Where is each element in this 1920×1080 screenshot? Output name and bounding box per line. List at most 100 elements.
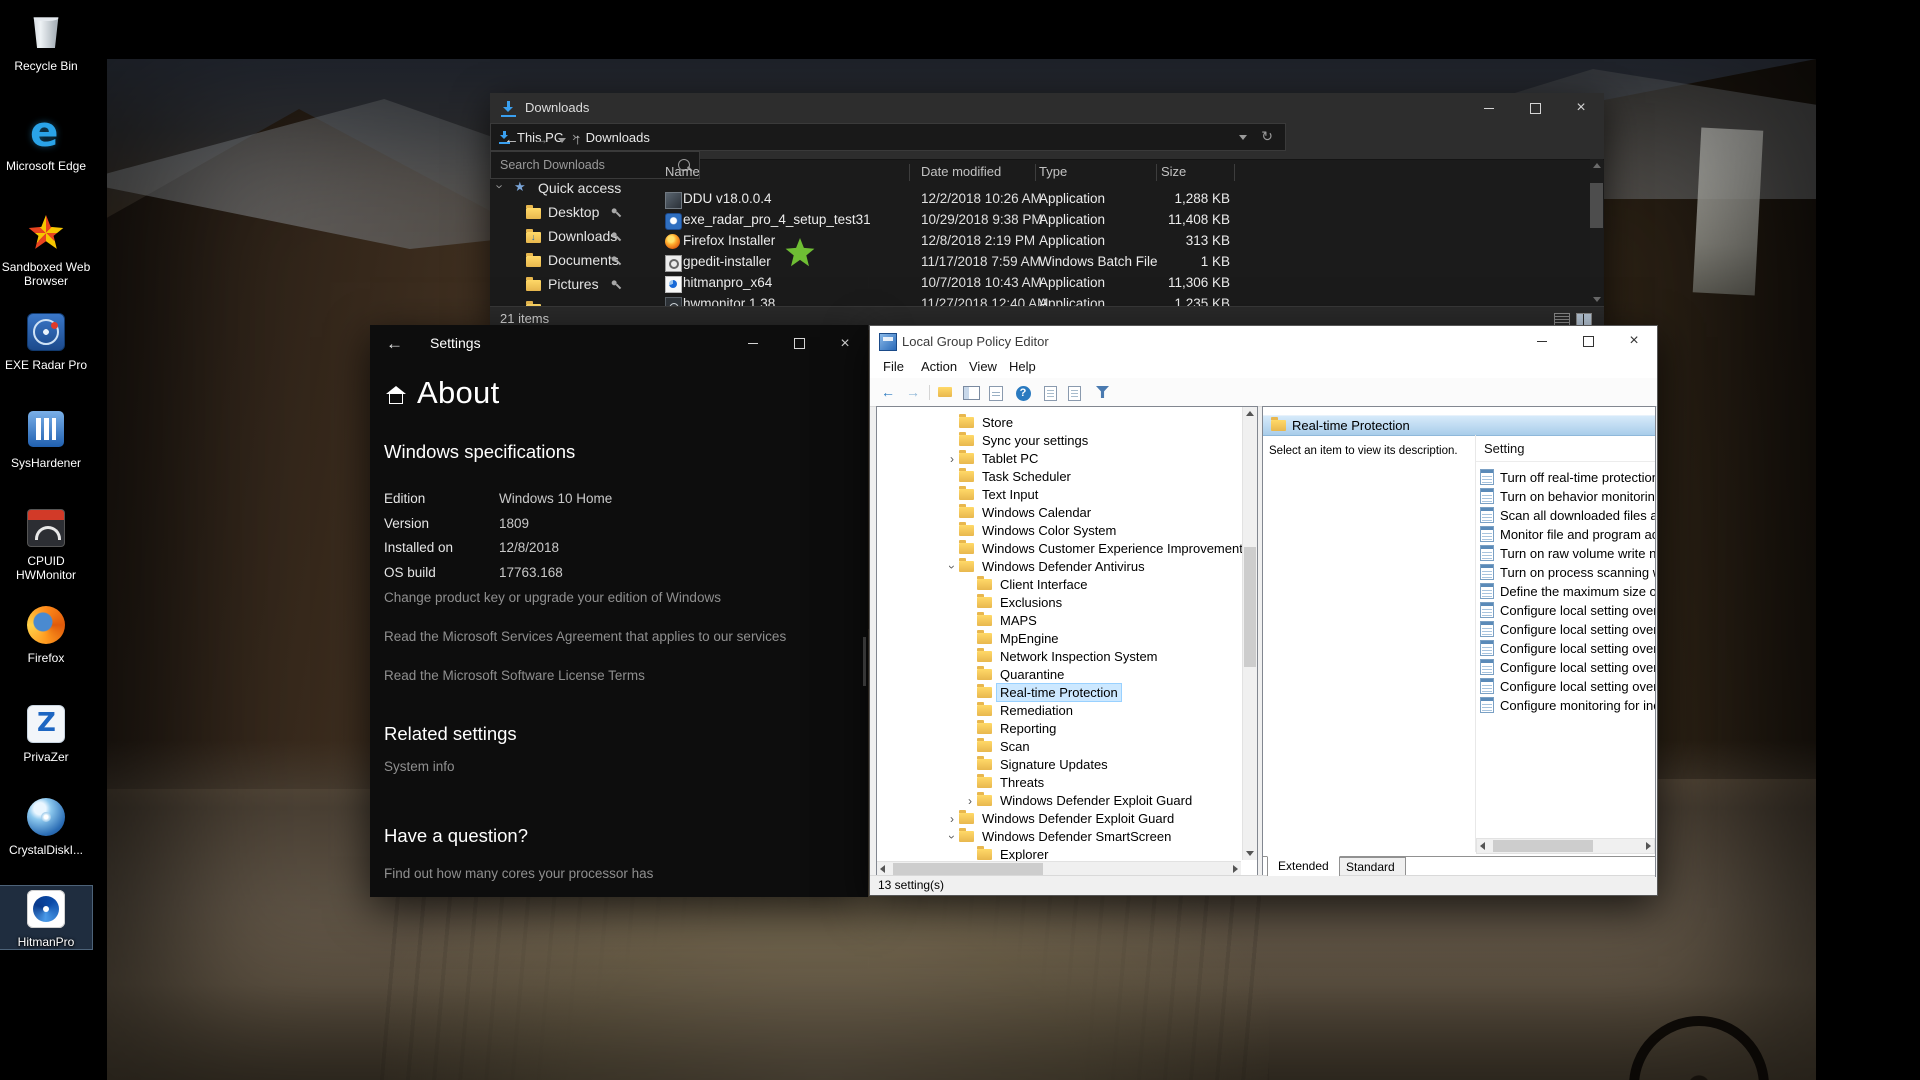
column-header-type[interactable]: Type xyxy=(1039,164,1067,179)
column-divider[interactable] xyxy=(1234,164,1235,181)
show-console-tree-icon[interactable] xyxy=(963,386,980,400)
tree-item-store[interactable]: Store xyxy=(877,415,1258,433)
tree-item-remediation[interactable]: Remediation xyxy=(877,703,1258,721)
setting-item[interactable]: Scan all downloaded files and xyxy=(1478,507,1655,526)
column-header-name[interactable]: Name xyxy=(665,164,700,179)
tree-item-exclusions[interactable]: Exclusions xyxy=(877,595,1258,613)
tree-item-text-input[interactable]: Text Input xyxy=(877,487,1258,505)
menu-action[interactable]: Action xyxy=(921,359,957,374)
sidebar-item-pictures[interactable]: Pictures xyxy=(490,273,660,297)
policy-doc-icon[interactable] xyxy=(1068,386,1081,401)
tree-item-maps[interactable]: MAPS xyxy=(877,613,1258,631)
column-header-setting[interactable]: Setting xyxy=(1484,441,1524,456)
tree-item-real-time-protection[interactable]: Real-time Protection xyxy=(877,685,1258,703)
setting-item[interactable]: Monitor file and program activ xyxy=(1478,526,1655,545)
tree-item-windows-calendar[interactable]: Windows Calendar xyxy=(877,505,1258,523)
sidebar-item-documents[interactable]: Documents xyxy=(490,249,660,273)
refresh-icon[interactable] xyxy=(1247,128,1285,146)
tree-item-tablet-pc[interactable]: Tablet PC xyxy=(877,451,1258,469)
desktop-icon-crystaldiskinfo[interactable]: CrystalDiskI... xyxy=(0,794,92,857)
up-icon[interactable] xyxy=(574,131,582,149)
desktop-icon-recycle-bin[interactable]: Recycle Bin xyxy=(0,8,92,73)
scrollbar-thumb[interactable] xyxy=(1493,840,1593,852)
chevron-collapsed-icon[interactable] xyxy=(945,452,959,466)
recent-locations-icon[interactable] xyxy=(558,138,566,143)
desktop-icon-microsoft-edge[interactable]: Microsoft Edge xyxy=(0,112,92,173)
settings-title-bar[interactable]: Settings xyxy=(370,325,868,362)
link-license-terms[interactable]: Read the Microsoft Software License Term… xyxy=(384,668,645,683)
tree-item-task-scheduler[interactable]: Task Scheduler xyxy=(877,469,1258,487)
tab-extended[interactable]: Extended xyxy=(1267,856,1340,877)
tab-standard[interactable]: Standard xyxy=(1335,857,1406,877)
close-button[interactable] xyxy=(822,325,868,362)
maximize-button[interactable] xyxy=(1512,93,1558,123)
desktop-icon-cpuid-hwmonitor[interactable]: CPUID HWMonitor xyxy=(0,504,92,582)
desktop-icon-firefox[interactable]: Firefox xyxy=(0,602,92,665)
tree-item-reporting[interactable]: Reporting xyxy=(877,721,1258,739)
scroll-up-icon[interactable] xyxy=(1593,163,1601,168)
close-button[interactable] xyxy=(1611,326,1657,356)
desktop-icon-hitmanpro[interactable]: HitmanPro xyxy=(0,886,92,949)
back-icon[interactable] xyxy=(879,383,897,401)
desktop-icon-syshardener[interactable]: SysHardener xyxy=(0,406,92,470)
file-row-ddu[interactable]: DDU v18.0.0.4 12/2/2018 10:26 AM Applica… xyxy=(662,189,1588,210)
scroll-right-icon[interactable] xyxy=(1233,865,1238,873)
file-row-exe-radar[interactable]: exe_radar_pro_4_setup_test31 10/29/2018 … xyxy=(662,210,1588,231)
tree-item-wd-exploit-guard[interactable]: Windows Defender Exploit Guard xyxy=(877,811,1258,829)
chevron-collapsed-icon[interactable] xyxy=(963,794,977,808)
vertical-scrollbar[interactable] xyxy=(1590,159,1603,306)
address-dropdown-icon[interactable] xyxy=(1239,135,1247,140)
maximize-button[interactable] xyxy=(1565,326,1611,356)
sidebar-item-partial[interactable] xyxy=(490,297,660,306)
address-bar[interactable]: This PC Downloads xyxy=(490,123,1286,151)
sidebar-item-desktop[interactable]: Desktop xyxy=(490,201,660,225)
desktop-icon-exe-radar-pro[interactable]: EXE Radar Pro xyxy=(0,308,92,372)
setting-item[interactable]: Turn on raw volume write noti xyxy=(1478,545,1655,564)
file-row-hitmanpro[interactable]: hitmanpro_x64 10/7/2018 10:43 AM Applica… xyxy=(662,273,1588,294)
close-button[interactable] xyxy=(1558,93,1604,123)
back-icon[interactable] xyxy=(386,334,403,354)
column-header-date[interactable]: Date modified xyxy=(921,164,1001,179)
setting-item[interactable]: Configure local setting overrid xyxy=(1478,602,1655,621)
desktop-icon-sandboxed-web-browser[interactable]: Sandboxed Web Browser xyxy=(0,210,92,288)
column-divider[interactable] xyxy=(1035,164,1036,181)
scroll-down-icon[interactable] xyxy=(1246,851,1254,856)
setting-item[interactable]: Turn on process scanning whe xyxy=(1478,564,1655,583)
export-list-icon[interactable] xyxy=(989,386,1003,401)
column-header-size[interactable]: Size xyxy=(1161,164,1186,179)
tree-item-sync-your-settings[interactable]: Sync your settings xyxy=(877,433,1258,451)
tree-item-windows-defender-antivirus[interactable]: Windows Defender Antivirus xyxy=(877,559,1258,577)
scroll-up-icon[interactable] xyxy=(1246,411,1254,416)
scrollbar-thumb[interactable] xyxy=(1590,183,1603,228)
menu-view[interactable]: View xyxy=(969,359,997,374)
tree-item-windows-color-system[interactable]: Windows Color System xyxy=(877,523,1258,541)
tree-item-wd-smartscreen[interactable]: Windows Defender SmartScreen xyxy=(877,829,1258,847)
tree-item-scan[interactable]: Scan xyxy=(877,739,1258,757)
maximize-button[interactable] xyxy=(776,325,822,362)
scroll-down-icon[interactable] xyxy=(1593,297,1601,302)
forward-icon[interactable] xyxy=(534,131,549,149)
vertical-scrollbar[interactable] xyxy=(1242,407,1257,860)
sidebar-item-downloads[interactable]: Downloads xyxy=(490,225,660,249)
scroll-left-icon[interactable] xyxy=(880,865,885,873)
setting-item[interactable]: Configure local setting overrid xyxy=(1478,640,1655,659)
file-row-hwmonitor[interactable]: hwmonitor 1.38 11/27/2018 12:40 AM Appli… xyxy=(662,294,1588,306)
tree-item-client-interface[interactable]: Client Interface xyxy=(877,577,1258,595)
explorer-title-bar[interactable]: Downloads xyxy=(490,93,1604,123)
setting-item[interactable]: Turn off real-time protection xyxy=(1478,469,1655,488)
scrollbar-thumb[interactable] xyxy=(893,863,1043,875)
gpedit-title-bar[interactable]: Local Group Policy Editor xyxy=(870,326,1657,356)
chevron-expanded-icon[interactable] xyxy=(945,560,959,574)
minimize-button[interactable] xyxy=(730,325,776,362)
menu-help[interactable]: Help xyxy=(1009,359,1036,374)
tree-item-signature-updates[interactable]: Signature Updates xyxy=(877,757,1258,775)
link-find-cores[interactable]: Find out how many cores your processor h… xyxy=(384,866,653,881)
link-system-info[interactable]: System info xyxy=(384,759,455,774)
sidebar-item-quick-access[interactable]: Quick access xyxy=(490,177,660,201)
setting-item[interactable]: Configure local setting overrid xyxy=(1478,678,1655,697)
chevron-collapsed-icon[interactable] xyxy=(945,812,959,826)
setting-item[interactable]: Configure local setting overrid xyxy=(1478,621,1655,640)
up-level-icon[interactable] xyxy=(938,387,952,397)
column-divider[interactable] xyxy=(1156,164,1157,181)
setting-item[interactable]: Configure local setting overrid xyxy=(1478,659,1655,678)
